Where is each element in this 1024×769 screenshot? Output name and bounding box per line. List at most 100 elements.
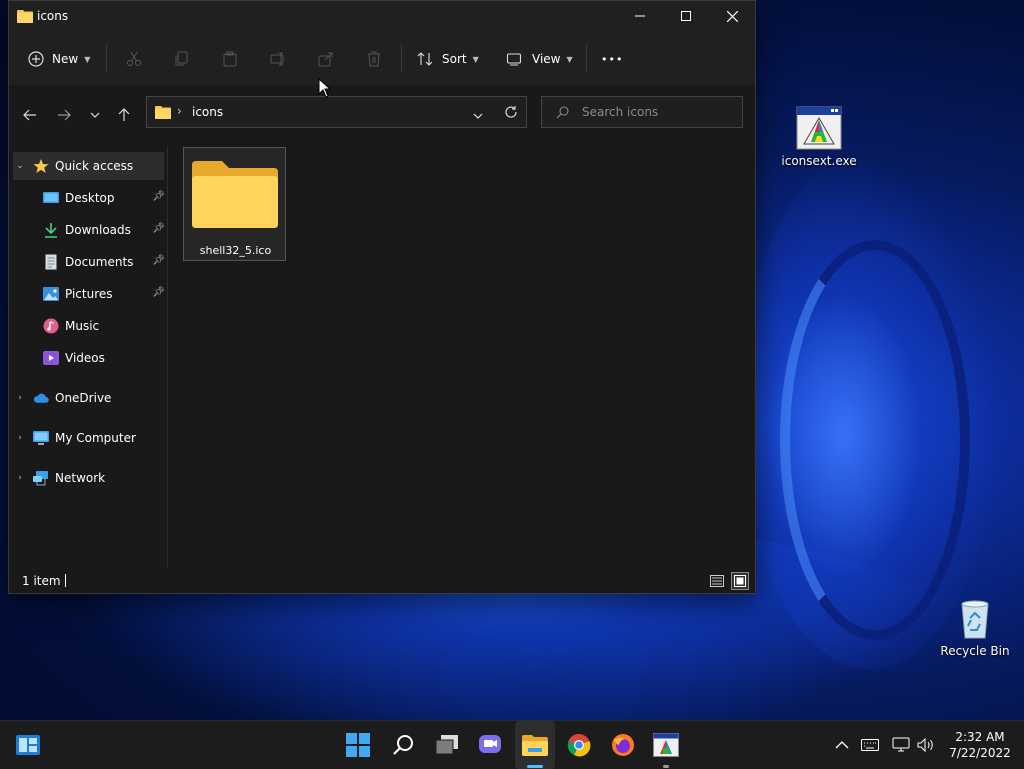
sidebar-item-label: OneDrive <box>55 391 112 405</box>
up-button[interactable] <box>114 105 134 125</box>
folder-icon <box>155 105 171 122</box>
chrome-taskbar-button[interactable] <box>565 731 593 759</box>
more-options-button[interactable]: ••• <box>601 47 623 71</box>
firefox-taskbar-button[interactable] <box>609 731 637 759</box>
desktop-icon-label: iconsext.exe <box>781 154 857 168</box>
sidebar-item-quick-access[interactable]: ⌄ Quick access <box>13 152 164 180</box>
details-view-icon <box>710 575 724 587</box>
address-bar[interactable]: › icons <box>146 96 527 128</box>
search-button[interactable] <box>389 731 417 759</box>
breadcrumb-separator-icon: › <box>177 104 182 118</box>
sidebar-item-documents[interactable]: Documents 📌︎ <box>43 248 168 276</box>
address-history-button[interactable] <box>473 108 483 122</box>
volume-icon <box>917 738 933 752</box>
keyboard-icon <box>861 739 879 751</box>
teams-chat-button[interactable] <box>476 731 504 759</box>
more-icon: ••• <box>601 52 624 66</box>
view-button[interactable]: View ▼ <box>506 47 573 71</box>
search-placeholder: Search icons <box>582 105 659 119</box>
sort-icon <box>417 52 433 66</box>
recent-locations-button[interactable] <box>85 105 105 125</box>
new-button[interactable]: New ▼ <box>28 47 90 71</box>
trash-icon <box>368 51 380 67</box>
minimize-icon <box>635 15 645 17</box>
pin-icon: 📌︎ <box>152 191 165 202</box>
breadcrumb-segment[interactable]: icons <box>192 105 223 119</box>
chevron-right-icon[interactable]: › <box>13 473 27 483</box>
command-bar: New ▼ Sort ▼ View ▼ ••• <box>9 33 755 86</box>
desktop-icon-recycle-bin[interactable]: Recycle Bin <box>930 596 1020 658</box>
share-button[interactable] <box>318 47 334 71</box>
pin-icon: 📌︎ <box>152 223 165 234</box>
search-icon <box>556 106 569 122</box>
text-caret <box>65 574 66 587</box>
clock[interactable]: 2:32 AM 7/22/2022 <box>944 729 1016 761</box>
windows-logo-icon <box>346 733 370 757</box>
sidebar-item-downloads[interactable]: Downloads 📌︎ <box>43 216 168 244</box>
sidebar-item-desktop[interactable]: Desktop 📌︎ <box>43 184 168 212</box>
title-bar[interactable]: icons <box>9 1 755 33</box>
arrow-right-icon <box>58 109 71 121</box>
sidebar-item-network[interactable]: › Network <box>13 464 164 492</box>
sidebar-item-videos[interactable]: Videos <box>43 344 168 372</box>
sidebar-item-label: Quick access <box>55 159 134 173</box>
chevron-right-icon[interactable]: › <box>13 433 27 443</box>
new-label: New <box>52 52 79 66</box>
desktop-icon-iconsext[interactable]: iconsext.exe <box>774 106 864 168</box>
file-name: shell32_5.ico <box>199 244 272 257</box>
clock-date: 7/22/2022 <box>949 746 1011 760</box>
chevron-right-icon[interactable]: › <box>13 393 27 403</box>
file-explorer-taskbar-button[interactable] <box>521 731 549 759</box>
close-button[interactable] <box>709 1 755 31</box>
chevron-down-icon: ▼ <box>472 54 479 64</box>
toolbar-divider <box>401 45 402 73</box>
details-view-button[interactable] <box>708 572 726 590</box>
sidebar-item-onedrive[interactable]: › OneDrive <box>13 384 164 412</box>
pin-icon: 📌︎ <box>152 287 165 298</box>
sort-button[interactable]: Sort ▼ <box>417 47 479 71</box>
sort-label: Sort <box>442 52 467 66</box>
chevron-down-icon <box>473 113 483 119</box>
pictures-icon <box>43 286 59 302</box>
large-icons-view-button[interactable] <box>731 572 749 590</box>
forward-button[interactable] <box>54 105 74 125</box>
wallpaper-swirl <box>780 240 970 640</box>
search-icon <box>393 735 413 755</box>
rename-button[interactable] <box>270 47 286 71</box>
task-view-button[interactable] <box>433 731 461 759</box>
volume-button[interactable] <box>912 731 940 759</box>
navigation-pane: ⌄ Quick access Desktop 📌︎ Downloads 📌︎ D… <box>9 146 168 568</box>
start-button[interactable] <box>344 731 372 759</box>
minimize-button[interactable] <box>617 1 663 31</box>
pin-icon: 📌︎ <box>152 255 165 266</box>
toolbar-divider <box>106 45 107 73</box>
folder-icon <box>17 9 33 26</box>
back-button[interactable] <box>20 105 40 125</box>
sidebar-item-label: Music <box>65 319 100 333</box>
navigation-bar: › icons Search icons <box>9 85 755 139</box>
delete-button[interactable] <box>366 47 382 71</box>
maximize-button[interactable] <box>663 1 709 31</box>
keyboard-button[interactable] <box>856 731 884 759</box>
iconsext-taskbar-button[interactable] <box>652 731 680 759</box>
widgets-button[interactable] <box>14 731 42 759</box>
paste-button[interactable] <box>222 47 238 71</box>
arrow-up-icon <box>118 108 130 121</box>
sidebar-item-pictures[interactable]: Pictures 📌︎ <box>43 280 168 308</box>
firefox-icon <box>612 734 634 756</box>
sidebar-item-music[interactable]: Music <box>43 312 168 340</box>
network-status-button[interactable] <box>887 731 915 759</box>
sidebar-item-label: Network <box>55 471 106 485</box>
file-item[interactable]: shell32_5.ico <box>183 147 286 261</box>
refresh-button[interactable] <box>504 105 518 122</box>
show-hidden-icons-button[interactable] <box>828 731 856 759</box>
desktop-icon-label: Recycle Bin <box>940 644 1010 658</box>
cut-button[interactable] <box>126 47 142 71</box>
clipboard-icon <box>223 51 237 67</box>
copy-button[interactable] <box>174 47 190 71</box>
chevron-down-icon[interactable]: ⌄ <box>13 161 27 171</box>
sidebar-item-my-computer[interactable]: › My Computer <box>13 424 164 452</box>
search-box[interactable]: Search icons <box>541 96 743 128</box>
arrow-left-icon <box>23 109 36 121</box>
share-icon <box>318 52 333 67</box>
